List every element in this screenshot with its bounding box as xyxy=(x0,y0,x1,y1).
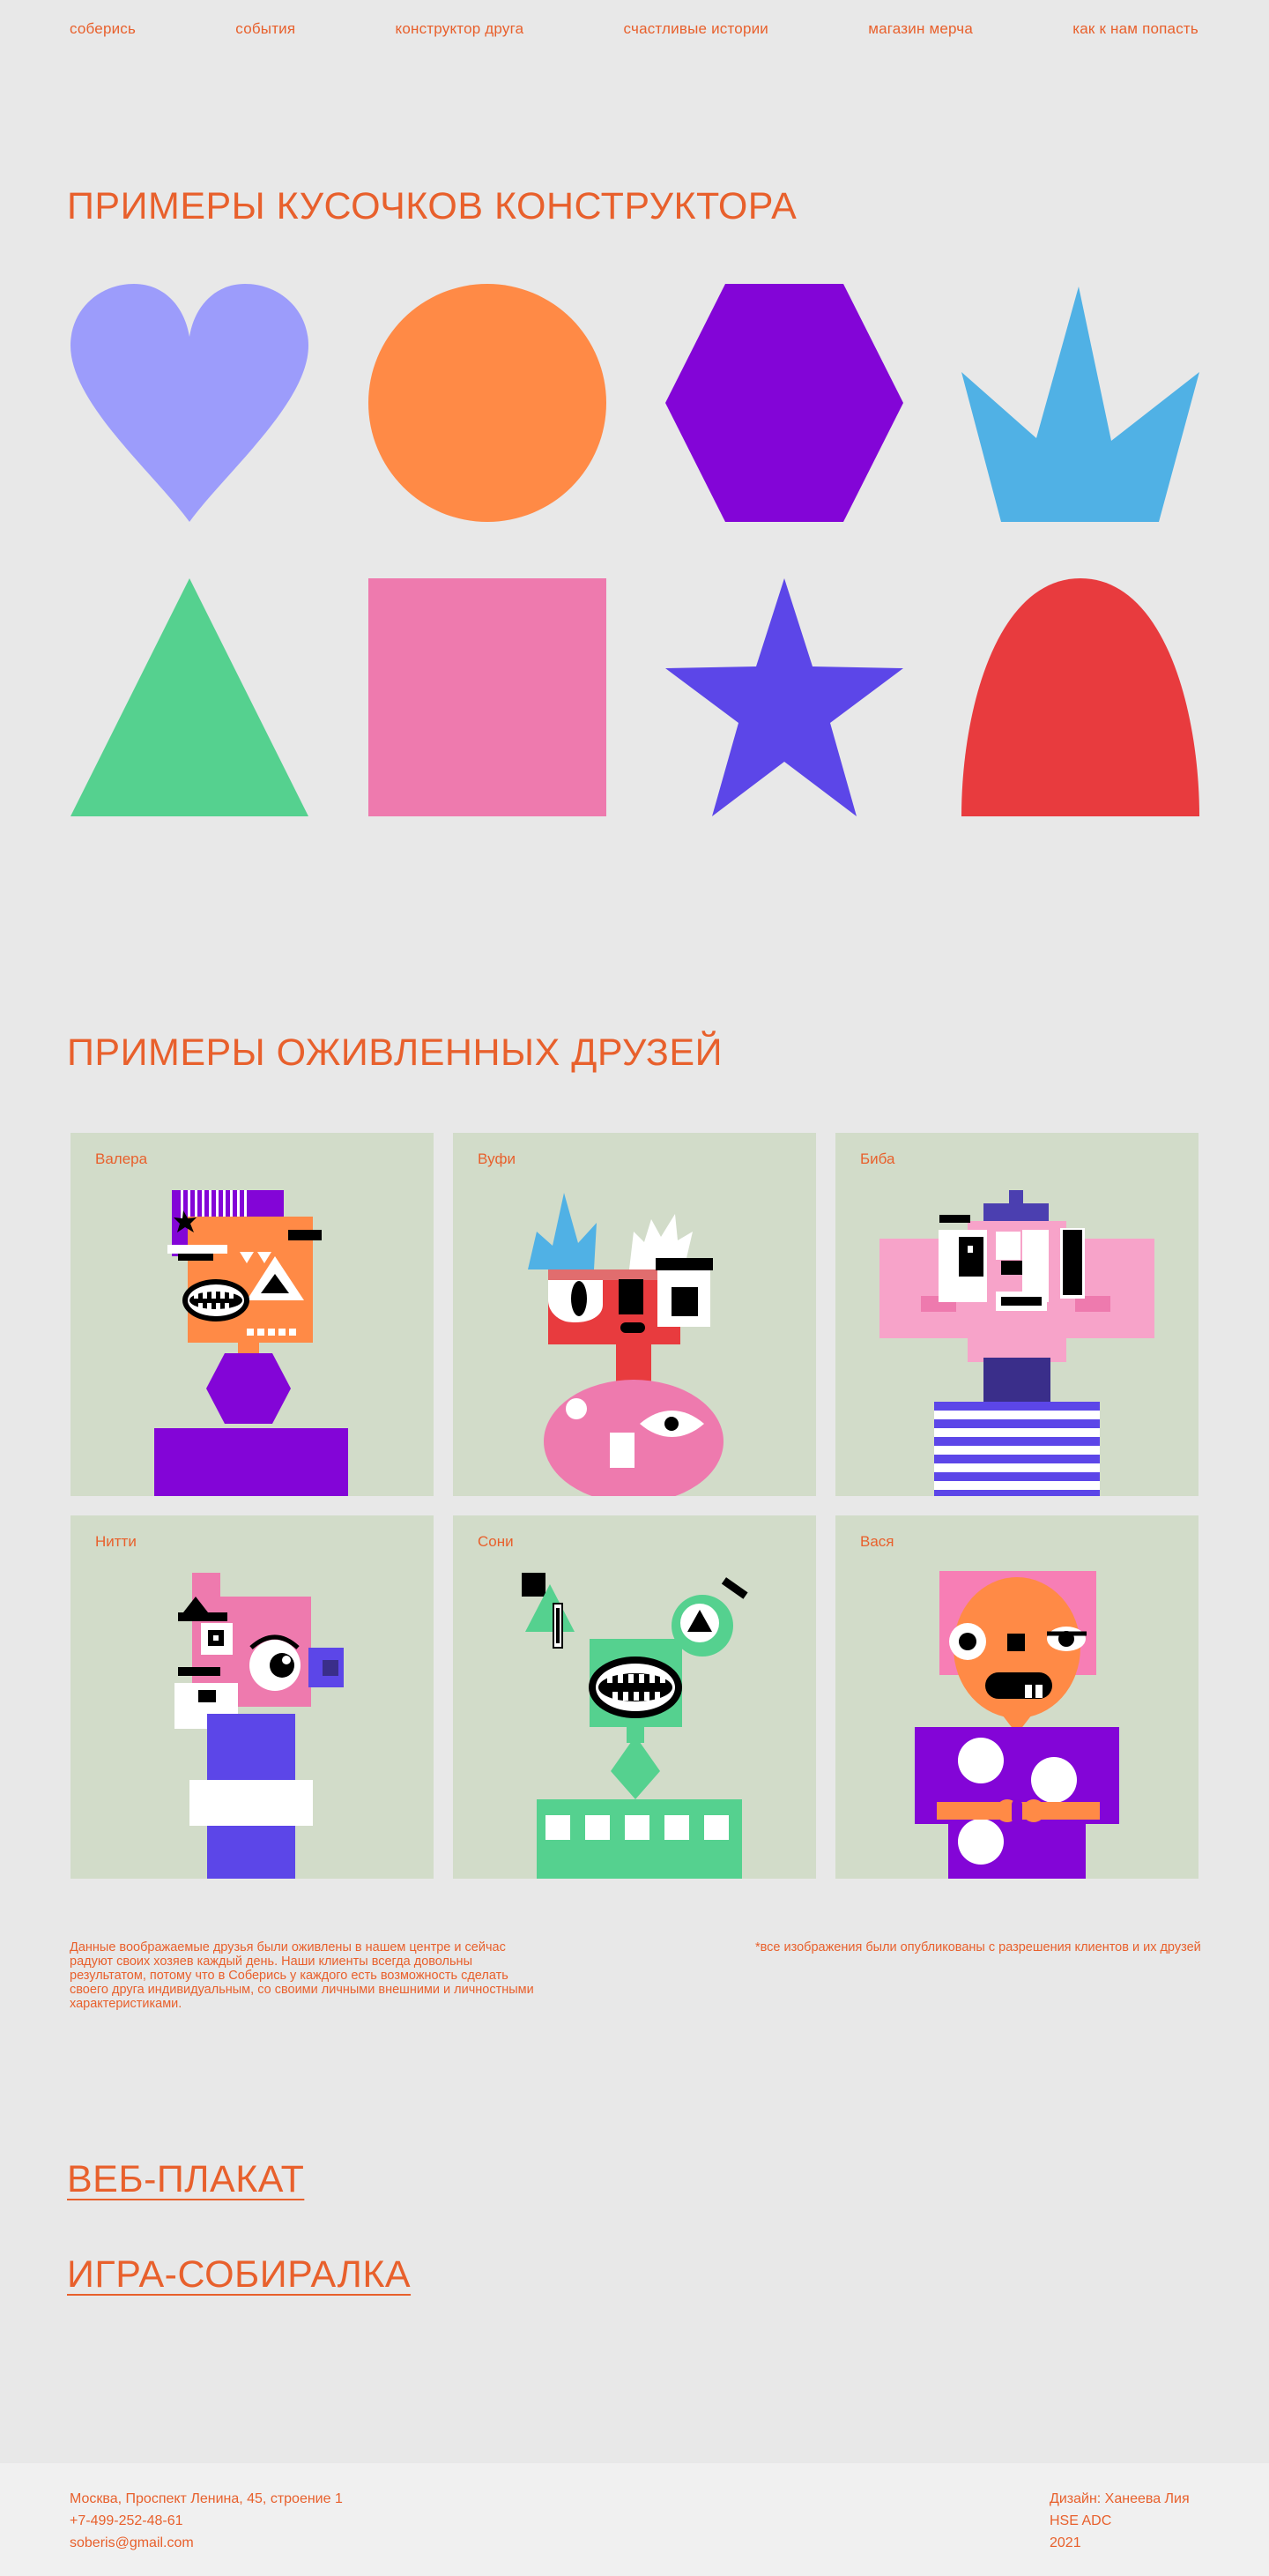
footer-phone[interactable]: +7-499-252-48-61 xyxy=(70,2510,343,2532)
friend-name: Биба xyxy=(860,1150,895,1167)
nav-item-stories[interactable]: счастливые истории xyxy=(624,20,768,38)
star-shape xyxy=(665,578,903,816)
star-piece xyxy=(665,578,903,816)
heart-shape xyxy=(70,284,308,522)
nav-item-merch[interactable]: магазин мерча xyxy=(868,20,973,38)
friend-card-nitti[interactable]: Нитти xyxy=(70,1515,434,1879)
friend-name: Вуфи xyxy=(478,1150,516,1167)
friend-card-vufi[interactable]: Вуфи xyxy=(453,1133,816,1496)
hexagon-piece xyxy=(665,284,903,522)
footer-year: 2021 xyxy=(1050,2535,1081,2550)
circle-shape xyxy=(368,284,606,522)
nav-item-events[interactable]: события xyxy=(235,20,295,38)
friend-name: Нитти xyxy=(95,1533,137,1550)
pieces-title: ПРИМЕРЫ КУСОЧКОВ КОНСТРУКТОРА xyxy=(67,185,798,227)
friends-grid: Валера Вуфи Биба Нитти Сони Вася xyxy=(70,1133,1198,1879)
nav-item-constructor[interactable]: конструктор друга xyxy=(396,20,524,38)
triangle-shape xyxy=(70,578,308,816)
web-poster-link[interactable]: ВЕБ-ПЛАКАТ xyxy=(67,2158,304,2201)
nav-item-soberis[interactable]: соберись xyxy=(70,20,136,38)
footer: Москва, Проспект Ленина, 45, строение 1 … xyxy=(0,2463,1269,2576)
footer-contacts: Москва, Проспект Ленина, 45, строение 1 … xyxy=(70,2488,343,2554)
friend-name: Сони xyxy=(478,1533,514,1550)
footer-credits: Дизайн: Ханеева Лия HSE ADC 2021 xyxy=(1050,2488,1190,2554)
vasya-figure xyxy=(915,1571,1119,1879)
friends-description: Данные воображаемые друзья были оживлены… xyxy=(70,1940,534,2011)
arch-shape xyxy=(961,578,1199,816)
friend-card-soni[interactable]: Сони xyxy=(453,1515,816,1879)
soni-figure xyxy=(522,1573,748,1879)
circle-piece xyxy=(368,284,606,522)
footer-address: Москва, Проспект Ленина, 45, строение 1 xyxy=(70,2491,343,2506)
pieces-grid xyxy=(70,284,1199,816)
triangle-piece xyxy=(70,578,308,816)
friend-card-valera[interactable]: Валера xyxy=(70,1133,434,1496)
footer-email[interactable]: soberis@gmail.com xyxy=(70,2532,343,2554)
footer-designer: Дизайн: Ханеева Лия xyxy=(1050,2491,1190,2506)
friends-title: ПРИМЕРЫ ОЖИВЛЕННЫХ ДРУЗЕЙ xyxy=(67,1031,723,1074)
top-nav: соберись события конструктор друга счаст… xyxy=(0,0,1269,58)
nitti-figure xyxy=(174,1573,344,1879)
assembly-game-link[interactable]: ИГРА-СОБИРАЛКА xyxy=(67,2253,411,2297)
arch-piece xyxy=(961,578,1199,816)
permission-note: *все изображения были опубликованы с раз… xyxy=(755,1940,1201,1954)
vufi-figure xyxy=(528,1193,724,1496)
heart-piece xyxy=(70,284,308,522)
crown-piece xyxy=(961,284,1199,522)
square-shape xyxy=(368,578,606,816)
nav-item-how-to-get[interactable]: как к нам попасть xyxy=(1072,20,1198,38)
valera-figure xyxy=(154,1190,348,1496)
footer-school: HSE ADC xyxy=(1050,2513,1112,2528)
crown-shape xyxy=(961,287,1199,522)
friend-card-biba[interactable]: Биба xyxy=(835,1133,1198,1496)
hexagon-shape xyxy=(665,284,903,522)
biba-figure xyxy=(879,1190,1154,1496)
square-piece xyxy=(368,578,606,816)
friend-name: Валера xyxy=(95,1150,148,1167)
friend-card-vasya[interactable]: Вася xyxy=(835,1515,1198,1879)
friend-name: Вася xyxy=(860,1533,894,1550)
